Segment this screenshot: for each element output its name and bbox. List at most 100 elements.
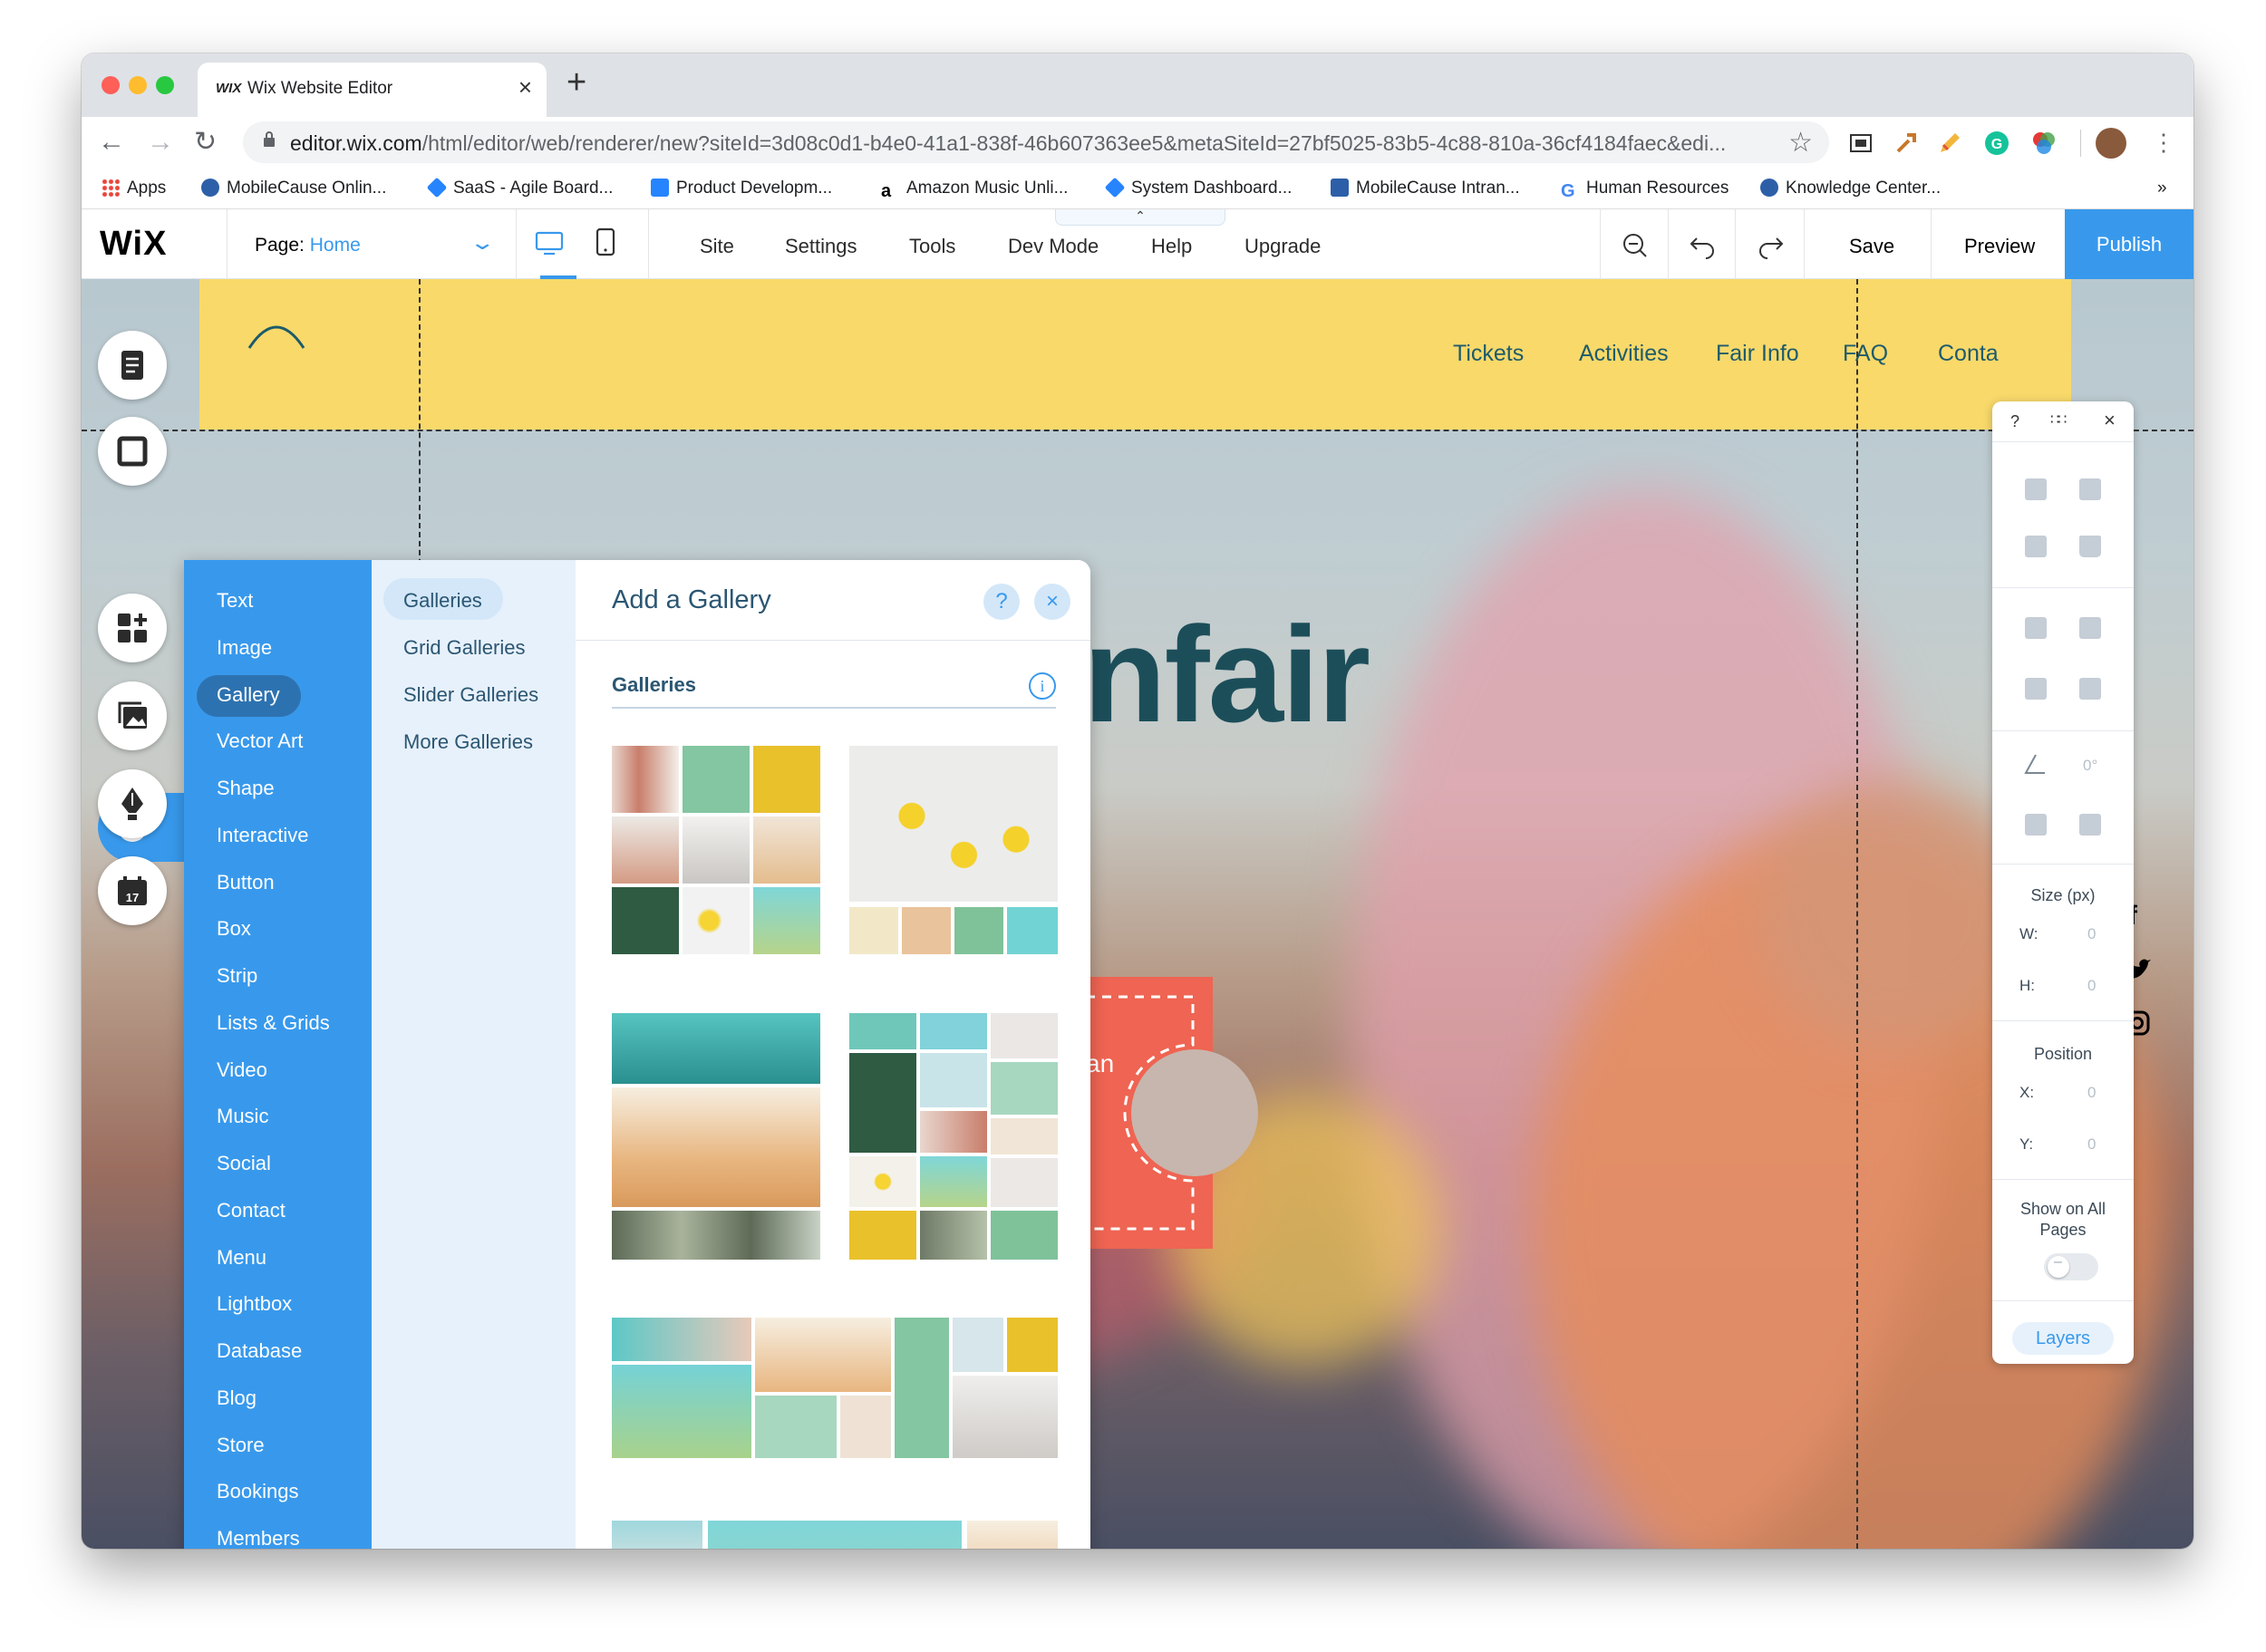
undo-icon[interactable] (1686, 229, 1719, 262)
media-button[interactable] (98, 681, 167, 750)
bookmark-knowledge-center[interactable]: Knowledge Center... (1760, 179, 1941, 198)
close-panel-button[interactable]: × (1034, 584, 1070, 620)
bookmark-mobilecause-online[interactable]: MobileCause Onlin... (201, 179, 386, 198)
browser-menu-icon[interactable]: ⋮ (2152, 126, 2175, 159)
category-interactive[interactable]: Interactive (217, 824, 309, 847)
category-store[interactable]: Store (217, 1434, 265, 1457)
wrench-extension-icon[interactable] (1893, 130, 1920, 157)
bookmark-star-icon[interactable]: ☆ (1788, 127, 1813, 159)
bookmark-saas-agile[interactable]: SaaS - Agile Board... (426, 177, 613, 198)
category-text[interactable]: Text (217, 589, 253, 613)
gallery-preset-thumbnails[interactable] (849, 746, 1058, 954)
redo-icon[interactable] (1755, 229, 1787, 262)
menu-tools[interactable]: Tools (909, 235, 955, 258)
flip-vertical-icon[interactable] (2079, 814, 2101, 836)
category-members[interactable]: Members (217, 1527, 300, 1549)
site-nav-activities[interactable]: Activities (1579, 341, 1669, 367)
site-nav-faq[interactable]: FAQ (1843, 341, 1888, 367)
editor-canvas[interactable]: Tickets Activities Fair Info FAQ Conta n… (82, 279, 2193, 1549)
save-button[interactable]: Save (1849, 235, 1894, 258)
menu-settings[interactable]: Settings (785, 235, 857, 258)
bookmark-human-resources[interactable]: G Human Resources (1561, 179, 1729, 200)
menu-site[interactable]: Site (700, 235, 734, 258)
close-icon[interactable]: × (2104, 409, 2116, 432)
mobile-view-icon[interactable] (595, 226, 616, 258)
y-input[interactable]: 0 (2087, 1135, 2096, 1154)
gallery-preset-collage[interactable] (612, 1013, 820, 1260)
close-window-button[interactable] (102, 76, 120, 94)
close-tab-icon[interactable]: × (518, 75, 532, 99)
layers-button[interactable]: Layers (2012, 1322, 2114, 1355)
arrange-icon[interactable] (2025, 617, 2047, 639)
bookmark-apps[interactable]: Apps (102, 179, 166, 198)
back-icon[interactable]: ← (98, 126, 125, 159)
category-music[interactable]: Music (217, 1105, 268, 1128)
color-picker-extension-icon[interactable] (2030, 130, 2058, 157)
site-nav-contact[interactable]: Conta (1938, 341, 1999, 367)
bookmarks-overflow-icon[interactable]: » (2157, 179, 2167, 198)
category-shape[interactable]: Shape (217, 777, 275, 800)
trash-icon[interactable] (2079, 536, 2101, 557)
help-icon[interactable]: ? (2010, 412, 2019, 431)
new-tab-icon[interactable]: + (566, 64, 586, 101)
bookmark-product-development[interactable]: Product Developm... (651, 179, 832, 198)
align-icon[interactable] (2079, 617, 2101, 639)
category-contact[interactable]: Contact (217, 1199, 286, 1222)
site-nav-fair-info[interactable]: Fair Info (1716, 341, 1799, 367)
screenshot-extension-icon[interactable] (1847, 130, 1874, 157)
minimize-window-button[interactable] (129, 76, 147, 94)
gallery-preset-slider[interactable] (612, 1521, 1058, 1549)
category-blog[interactable]: Blog (217, 1386, 257, 1410)
blog-button[interactable] (98, 769, 167, 838)
site-header[interactable]: Tickets Activities Fair Info FAQ Conta (199, 279, 2071, 430)
copy-icon[interactable] (2025, 478, 2047, 500)
menu-help[interactable]: Help (1151, 235, 1192, 258)
pencil-extension-icon[interactable] (1936, 130, 1963, 157)
help-button[interactable]: ? (983, 584, 1020, 620)
category-database[interactable]: Database (217, 1339, 302, 1363)
subcategory-more-galleries[interactable]: More Galleries (403, 730, 533, 754)
gallery-preset-grid[interactable] (612, 746, 820, 954)
paste-icon[interactable] (2079, 478, 2101, 500)
publish-button[interactable]: Publish (2065, 209, 2193, 279)
zoom-window-button[interactable] (156, 76, 174, 94)
width-input[interactable]: 0 (2087, 925, 2096, 943)
match-size-icon[interactable] (2079, 678, 2101, 700)
gallery-preset-mosaic[interactable] (612, 1318, 1058, 1458)
site-headline[interactable]: nfair (1083, 596, 1370, 753)
page-selector[interactable]: Page: Home ⌄ (227, 209, 517, 279)
category-video[interactable]: Video (217, 1058, 267, 1082)
category-strip[interactable]: Strip (217, 964, 257, 988)
bookmark-amazon-music[interactable]: a Amazon Music Unli... (881, 179, 1068, 200)
background-button[interactable] (98, 417, 167, 486)
category-menu[interactable]: Menu (217, 1246, 266, 1270)
info-icon[interactable]: i (1029, 672, 1056, 700)
height-input[interactable]: 0 (2087, 977, 2096, 995)
forward-icon[interactable]: → (147, 126, 174, 159)
rotation-value[interactable]: 0° (2083, 757, 2097, 775)
pages-button[interactable] (98, 331, 167, 400)
duplicate-icon[interactable] (2025, 536, 2047, 557)
ticket-graphic[interactable]: an (1086, 977, 1258, 1249)
distribute-icon[interactable] (2025, 678, 2047, 700)
category-lightbox[interactable]: Lightbox (217, 1292, 292, 1316)
subcategory-grid-galleries[interactable]: Grid Galleries (403, 636, 525, 660)
category-vector-art[interactable]: Vector Art (217, 729, 303, 753)
bookings-button[interactable]: 17 (98, 856, 167, 925)
menu-dev-mode[interactable]: Dev Mode (1008, 235, 1099, 258)
x-input[interactable]: 0 (2087, 1084, 2096, 1102)
gallery-preset-masonry[interactable] (849, 1013, 1058, 1260)
show-on-all-pages-toggle[interactable]: – (2044, 1253, 2098, 1280)
bookmark-system-dashboard[interactable]: System Dashboard... (1104, 177, 1292, 198)
category-image[interactable]: Image (217, 636, 272, 660)
address-bar[interactable]: editor.wix.com/html/editor/web/renderer/… (243, 121, 1829, 163)
reload-icon[interactable]: ↻ (194, 126, 217, 159)
collapse-topbar-tab[interactable]: ⌃ (1055, 209, 1225, 226)
zoom-out-icon[interactable] (1619, 229, 1651, 262)
add-apps-button[interactable] (98, 594, 167, 662)
bookmark-mobilecause-intranet[interactable]: MobileCause Intran... (1331, 179, 1520, 198)
preview-button[interactable]: Preview (1964, 235, 2035, 258)
subcategory-slider-galleries[interactable]: Slider Galleries (403, 683, 538, 707)
category-gallery[interactable]: Gallery (217, 683, 280, 707)
category-social[interactable]: Social (217, 1152, 271, 1175)
